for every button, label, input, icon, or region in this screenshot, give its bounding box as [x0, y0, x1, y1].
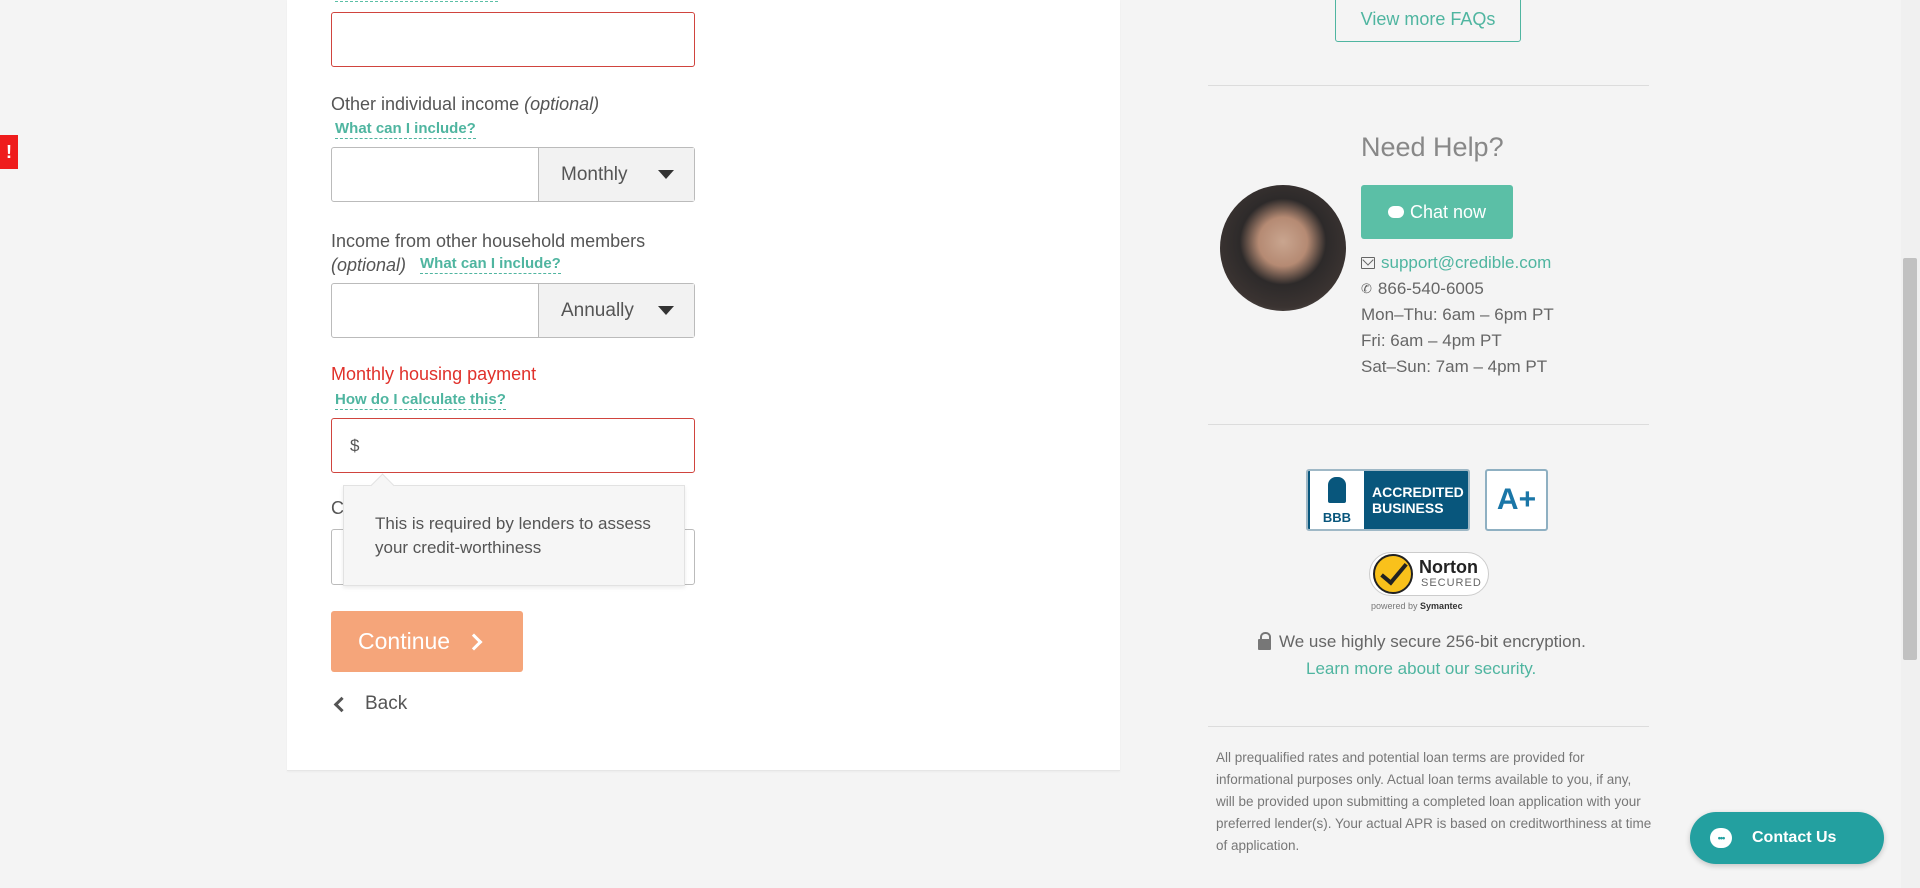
norton-powered-by: powered by Symantec [1371, 601, 1463, 611]
previous-field-input[interactable] [331, 12, 695, 67]
support-email-link[interactable]: support@credible.com [1361, 253, 1551, 273]
divider [1208, 85, 1649, 86]
norton-secured-text: SECURED [1421, 577, 1482, 589]
need-help-title: Need Help? [1361, 132, 1504, 162]
bbb-grade-badge[interactable]: A+ [1485, 469, 1548, 531]
household-income-frequency-select[interactable]: Annually [538, 284, 694, 337]
frequency-value: Monthly [561, 163, 628, 185]
lock-icon [1258, 631, 1271, 650]
chat-bubble-icon [1710, 828, 1732, 848]
caret-down-icon [658, 170, 674, 179]
norton-secured-seal[interactable]: Norton SECURED powered by Symantec [1369, 552, 1489, 614]
other-income-help-link[interactable]: What can I include? [335, 120, 476, 139]
housing-payment-help-link[interactable]: How do I calculate this? [335, 391, 506, 410]
envelope-icon [1361, 257, 1375, 269]
security-learn-more-link[interactable]: Learn more about our security. [1306, 659, 1536, 679]
hours-weekday: Mon–Thu: 6am – 6pm PT [1361, 305, 1554, 324]
chat-now-button[interactable]: Chat now [1361, 185, 1513, 239]
checkmark-icon [1373, 554, 1413, 594]
view-more-faqs-button[interactable]: View more FAQs [1335, 0, 1521, 42]
bbb-accredited-badge[interactable]: BBB ACCREDITED BUSINESS [1306, 469, 1470, 531]
divider [1208, 424, 1649, 425]
housing-payment-label: Monthly housing payment [331, 364, 537, 384]
help-link-cutoff[interactable] [335, 0, 498, 2]
contact-us-button[interactable]: Contact Us [1690, 812, 1884, 864]
household-income-input[interactable] [332, 284, 538, 337]
currency-prefix: $ [350, 436, 360, 455]
encryption-note: We use highly secure 256-bit encryption. [1258, 631, 1586, 652]
chat-now-label: Chat now [1409, 201, 1487, 222]
continue-label: Continue [358, 628, 451, 654]
caret-down-icon [658, 306, 674, 315]
other-income-field: Monthly [331, 147, 695, 202]
chat-icon [1387, 206, 1404, 218]
support-agent-avatar [1220, 185, 1346, 311]
phone-text: 866-540-6005 [1377, 279, 1484, 298]
other-income-frequency-select[interactable]: Monthly [538, 148, 694, 201]
other-income-label: Other individual income (optional) [331, 94, 600, 114]
household-income-field: Annually [331, 283, 695, 338]
bbb-text: ACCREDITED BUSINESS [1372, 484, 1464, 516]
validation-tooltip: This is required by lenders to assess yo… [343, 485, 685, 586]
encryption-text: We use highly secure 256-bit encryption. [1279, 632, 1586, 651]
scrollbar-thumb[interactable] [1903, 258, 1917, 660]
frequency-value: Annually [561, 299, 634, 321]
continue-button[interactable]: Continue [331, 611, 523, 672]
chevron-right-icon [465, 633, 483, 650]
error-indicator[interactable]: ! [0, 135, 18, 169]
norton-name: Norton [1419, 557, 1478, 577]
contact-us-label: Contact Us [1752, 829, 1837, 846]
disclaimer-text: All prequalified rates and potential loa… [1216, 750, 1652, 853]
housing-payment-input[interactable]: $ [331, 418, 695, 473]
support-phone[interactable]: ✆ 866-540-6005 [1361, 279, 1484, 299]
bbb-logo: BBB [1310, 471, 1364, 529]
divider [1208, 726, 1649, 727]
hours-weekend: Sat–Sun: 7am – 4pm PT [1361, 357, 1548, 376]
hours-friday: Fri: 6am – 4pm PT [1361, 331, 1502, 350]
back-label: Back [365, 693, 408, 714]
household-income-help-link[interactable]: What can I include? [420, 255, 561, 274]
phone-icon: ✆ [1361, 281, 1372, 296]
chevron-left-icon [333, 696, 350, 712]
other-income-input[interactable] [332, 148, 538, 201]
email-text: support@credible.com [1381, 253, 1552, 272]
back-link[interactable]: Back [332, 693, 407, 715]
